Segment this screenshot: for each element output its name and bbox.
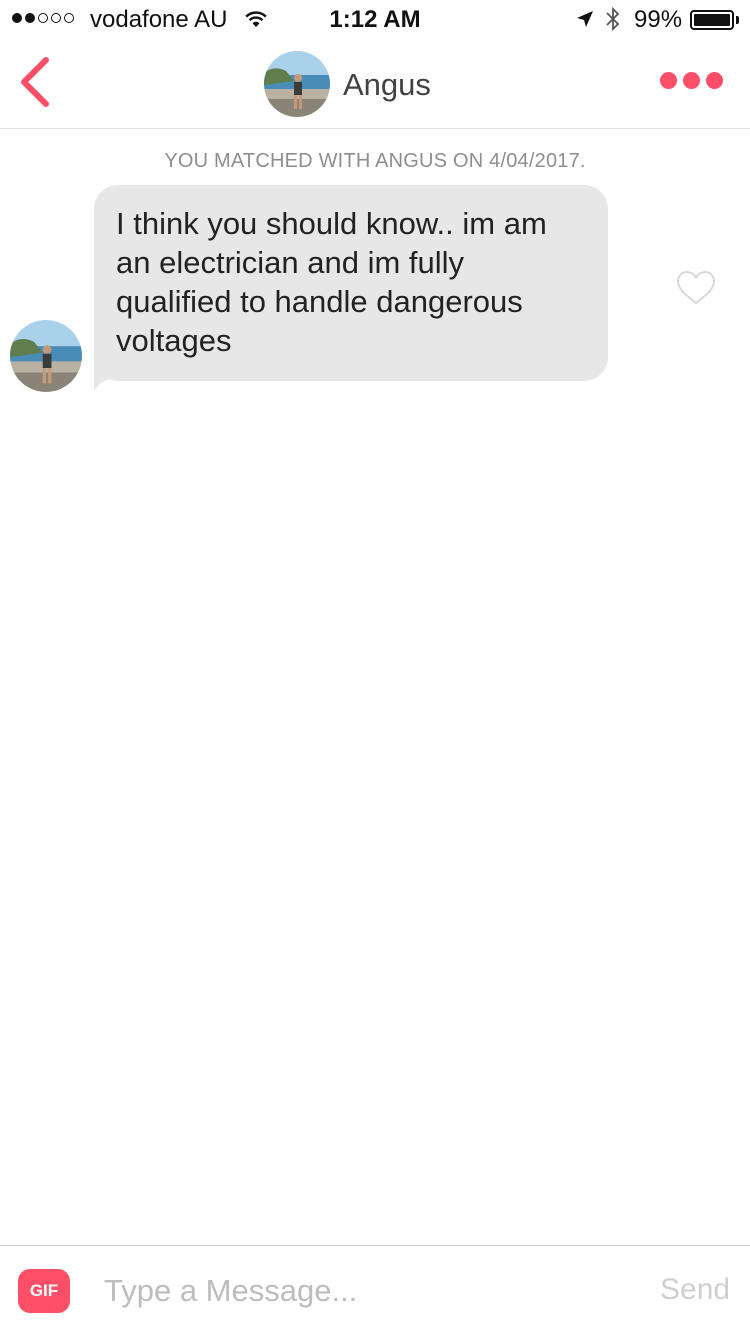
battery-fill: [694, 14, 730, 26]
back-button[interactable]: [14, 54, 58, 110]
more-dot: [706, 72, 723, 89]
match-date-text: YOU MATCHED WITH ANGUS ON 4/04/2017.: [164, 150, 586, 172]
location-arrow-icon: [575, 9, 595, 34]
more-dot: [660, 72, 677, 89]
battery-tip: [736, 16, 739, 24]
bluetooth-icon: [604, 6, 622, 37]
status-bar: vodafone AU 1:12 AM 99%: [0, 0, 750, 40]
match-avatar[interactable]: [264, 51, 330, 117]
message-bubble[interactable]: I think you should know.. im am an elect…: [94, 185, 608, 381]
chevron-left-icon: [21, 57, 49, 107]
message-input[interactable]: [104, 1266, 624, 1316]
send-button[interactable]: Send: [660, 1273, 730, 1307]
chat-header: Angus: [0, 40, 750, 129]
battery-percent: 99%: [634, 6, 683, 33]
sender-avatar[interactable]: [10, 320, 82, 392]
more-options-button[interactable]: [660, 72, 723, 89]
match-name[interactable]: Angus: [343, 67, 431, 103]
message-composer: GIF Send: [0, 1245, 750, 1335]
battery-icon: [690, 10, 734, 30]
gif-button[interactable]: GIF: [18, 1269, 70, 1313]
more-dot: [683, 72, 700, 89]
heart-icon[interactable]: [676, 270, 716, 311]
